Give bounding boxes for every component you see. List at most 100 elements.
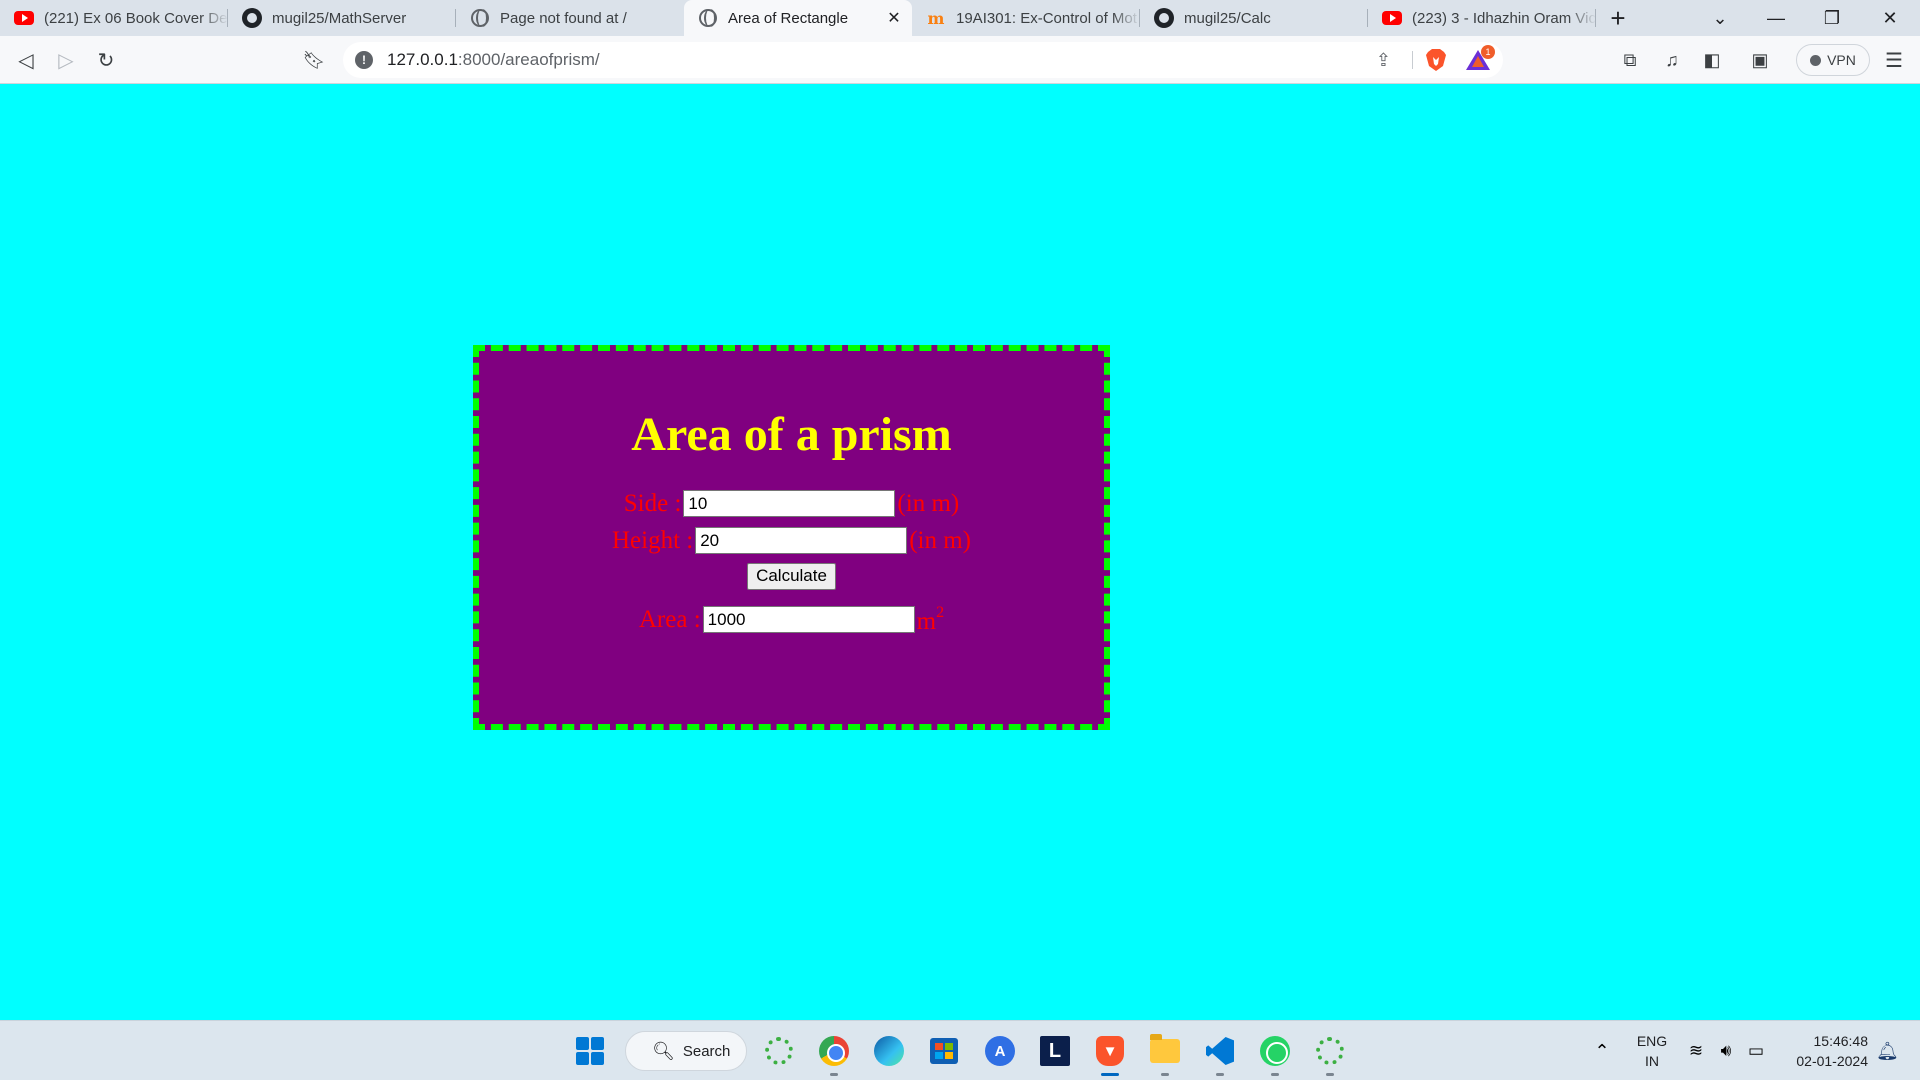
sidebar-icon[interactable]: ◧ xyxy=(1696,44,1728,76)
prism-form-card: Area of a prism Side : 10 (in m) Height … xyxy=(473,345,1110,730)
side-input[interactable]: 10 xyxy=(683,490,896,517)
tab-label: mugil25/MathServer xyxy=(272,9,407,27)
region-code: IN xyxy=(1645,1053,1659,1069)
running-indicator xyxy=(830,1073,838,1076)
taskbar-warp[interactable]: A xyxy=(984,1035,1016,1067)
calculate-button[interactable]: Calculate xyxy=(747,562,836,590)
wallet-icon[interactable]: ▣ xyxy=(1744,44,1776,76)
tab-label: Area of Rectangle xyxy=(728,9,849,27)
l-app-icon: L xyxy=(1040,1036,1070,1066)
tab-label: mugil25/Calc xyxy=(1184,9,1271,27)
tab-list-chevron-icon[interactable]: ⌄ xyxy=(1692,0,1748,36)
brave-icon: ▼ xyxy=(1096,1036,1124,1066)
address-bar[interactable]: ! 127.0.0.1:8000/areaofprism/ ⇪ 1 xyxy=(343,42,1503,78)
search-label: Search xyxy=(682,1042,731,1060)
media-icon[interactable]: ♫ xyxy=(1656,44,1688,76)
tab-19ai301[interactable]: m 19AI301: Ex-Control of Mot xyxy=(912,0,1140,36)
url-host: 127.0.0.1 xyxy=(387,50,458,69)
github-icon xyxy=(1154,8,1174,28)
restore-button[interactable]: ❐ xyxy=(1804,0,1860,36)
volume-icon[interactable]: 🔊︎ xyxy=(1710,1035,1742,1067)
edge-icon xyxy=(874,1036,904,1066)
side-label: Side : xyxy=(623,490,682,517)
taskbar-app-ring-2[interactable] xyxy=(1314,1035,1346,1076)
area-unit: m2 xyxy=(916,604,945,635)
taskbar-vscode[interactable] xyxy=(1204,1035,1236,1076)
url-text: 127.0.0.1:8000/areaofprism/ xyxy=(387,50,600,70)
running-indicator xyxy=(1161,1073,1169,1076)
youtube-icon xyxy=(1382,8,1402,28)
vpn-status-icon xyxy=(1810,54,1822,66)
taskbar-file-explorer[interactable] xyxy=(1149,1034,1181,1076)
tab-area-of-rectangle[interactable]: Area of Rectangle ✕ xyxy=(684,0,912,36)
active-indicator xyxy=(1101,1073,1119,1076)
page-title: Area of a prism xyxy=(631,408,952,461)
reload-icon[interactable]: ↻ xyxy=(90,44,122,76)
new-tab-button[interactable]: + xyxy=(1596,0,1640,36)
area-unit-base: m xyxy=(916,608,937,635)
windows-icon xyxy=(576,1037,604,1065)
ring-icon xyxy=(1316,1037,1344,1065)
taskbar-store[interactable] xyxy=(928,1035,960,1067)
tab-page-not-found[interactable]: Page not found at / xyxy=(456,0,684,36)
tab-label: (223) 3 - Idhazhin Oram Vic xyxy=(1412,9,1596,27)
tab-label: 19AI301: Ex-Control of Mot xyxy=(956,9,1137,27)
start-button[interactable] xyxy=(574,1035,606,1067)
search-icon: 🔍︎ xyxy=(652,1040,675,1061)
chrome-icon xyxy=(819,1036,849,1066)
brave-rewards-icon[interactable]: 1 xyxy=(1465,45,1495,72)
taskbar-whatsapp[interactable] xyxy=(1259,1035,1291,1076)
minimize-button[interactable]: — xyxy=(1748,0,1804,36)
menu-icon[interactable]: ☰ xyxy=(1878,44,1910,76)
store-icon xyxy=(930,1038,958,1064)
close-window-button[interactable]: ✕ xyxy=(1862,0,1918,36)
back-icon[interactable]: ◁ xyxy=(10,44,42,76)
running-indicator xyxy=(1216,1073,1224,1076)
tab-mathserver[interactable]: mugil25/MathServer xyxy=(228,0,456,36)
taskbar-edge[interactable] xyxy=(873,1035,905,1067)
taskbar-search[interactable]: 🔍︎ Search xyxy=(625,1031,747,1071)
area-unit-exponent: 2 xyxy=(936,604,945,621)
clock[interactable]: 15:46:48 02-01-2024 xyxy=(1786,1031,1868,1071)
tab-label: Page not found at / xyxy=(500,9,627,27)
tab-calc[interactable]: mugil25/Calc xyxy=(1140,0,1368,36)
globe-icon xyxy=(698,8,718,28)
globe-icon xyxy=(470,8,490,28)
language-code: ENG xyxy=(1636,1033,1668,1049)
height-row: Height : 20 (in m) xyxy=(479,522,1104,559)
area-output[interactable]: 1000 xyxy=(702,606,915,633)
taskbar-l-app[interactable]: L xyxy=(1039,1035,1071,1067)
browser-toolbar: ◁ ▷ ↻ 🔖︎ ! 127.0.0.1:8000/areaofprism/ ⇪… xyxy=(0,36,1920,84)
height-unit: (in m) xyxy=(909,527,972,554)
close-tab-icon[interactable]: ✕ xyxy=(884,8,904,28)
vpn-label: VPN xyxy=(1827,52,1856,68)
battery-icon[interactable]: ▭ xyxy=(1740,1035,1772,1067)
language-indicator[interactable]: ENG IN xyxy=(1634,1031,1670,1071)
height-input[interactable]: 20 xyxy=(695,527,908,554)
warp-icon: A xyxy=(985,1036,1015,1066)
notification-bell-icon[interactable]: 🔔︎ xyxy=(1876,1041,1899,1062)
moodle-icon: m xyxy=(927,8,945,28)
wifi-icon[interactable]: ≋ xyxy=(1680,1035,1712,1067)
bookmark-icon[interactable]: 🔖︎ xyxy=(298,44,330,76)
area-label: Area : xyxy=(638,606,701,633)
clock-time: 15:46:48 xyxy=(1813,1033,1869,1049)
taskbar-chrome[interactable] xyxy=(818,1035,850,1076)
taskbar-app-ring[interactable] xyxy=(763,1035,795,1067)
site-info-icon[interactable]: ! xyxy=(355,51,373,69)
taskbar: 🔍︎ Search A L ▼ ⌃ ENG IN ≋ 🔊︎ ▭ 15:46:48… xyxy=(0,1020,1920,1080)
rewards-badge: 1 xyxy=(1481,45,1495,59)
extensions-icon[interactable]: ⧉ xyxy=(1614,44,1646,76)
taskbar-brave[interactable]: ▼ xyxy=(1094,1035,1126,1076)
brave-shields-icon[interactable] xyxy=(1425,48,1447,72)
share-icon[interactable]: ⇪ xyxy=(1376,50,1391,71)
calculate-row: Calculate xyxy=(479,559,1104,593)
tab-ex06-book-cover[interactable]: (221) Ex 06 Book Cover Des xyxy=(0,0,228,36)
forward-icon[interactable]: ▷ xyxy=(50,44,82,76)
vpn-button[interactable]: VPN xyxy=(1796,44,1870,76)
whatsapp-icon xyxy=(1260,1036,1290,1066)
running-indicator xyxy=(1326,1073,1334,1076)
tray-overflow-chevron-icon[interactable]: ⌃ xyxy=(1586,1035,1618,1067)
height-label: Height : xyxy=(611,527,694,554)
tab-idhazhin-oram[interactable]: (223) 3 - Idhazhin Oram Vic xyxy=(1368,0,1596,36)
